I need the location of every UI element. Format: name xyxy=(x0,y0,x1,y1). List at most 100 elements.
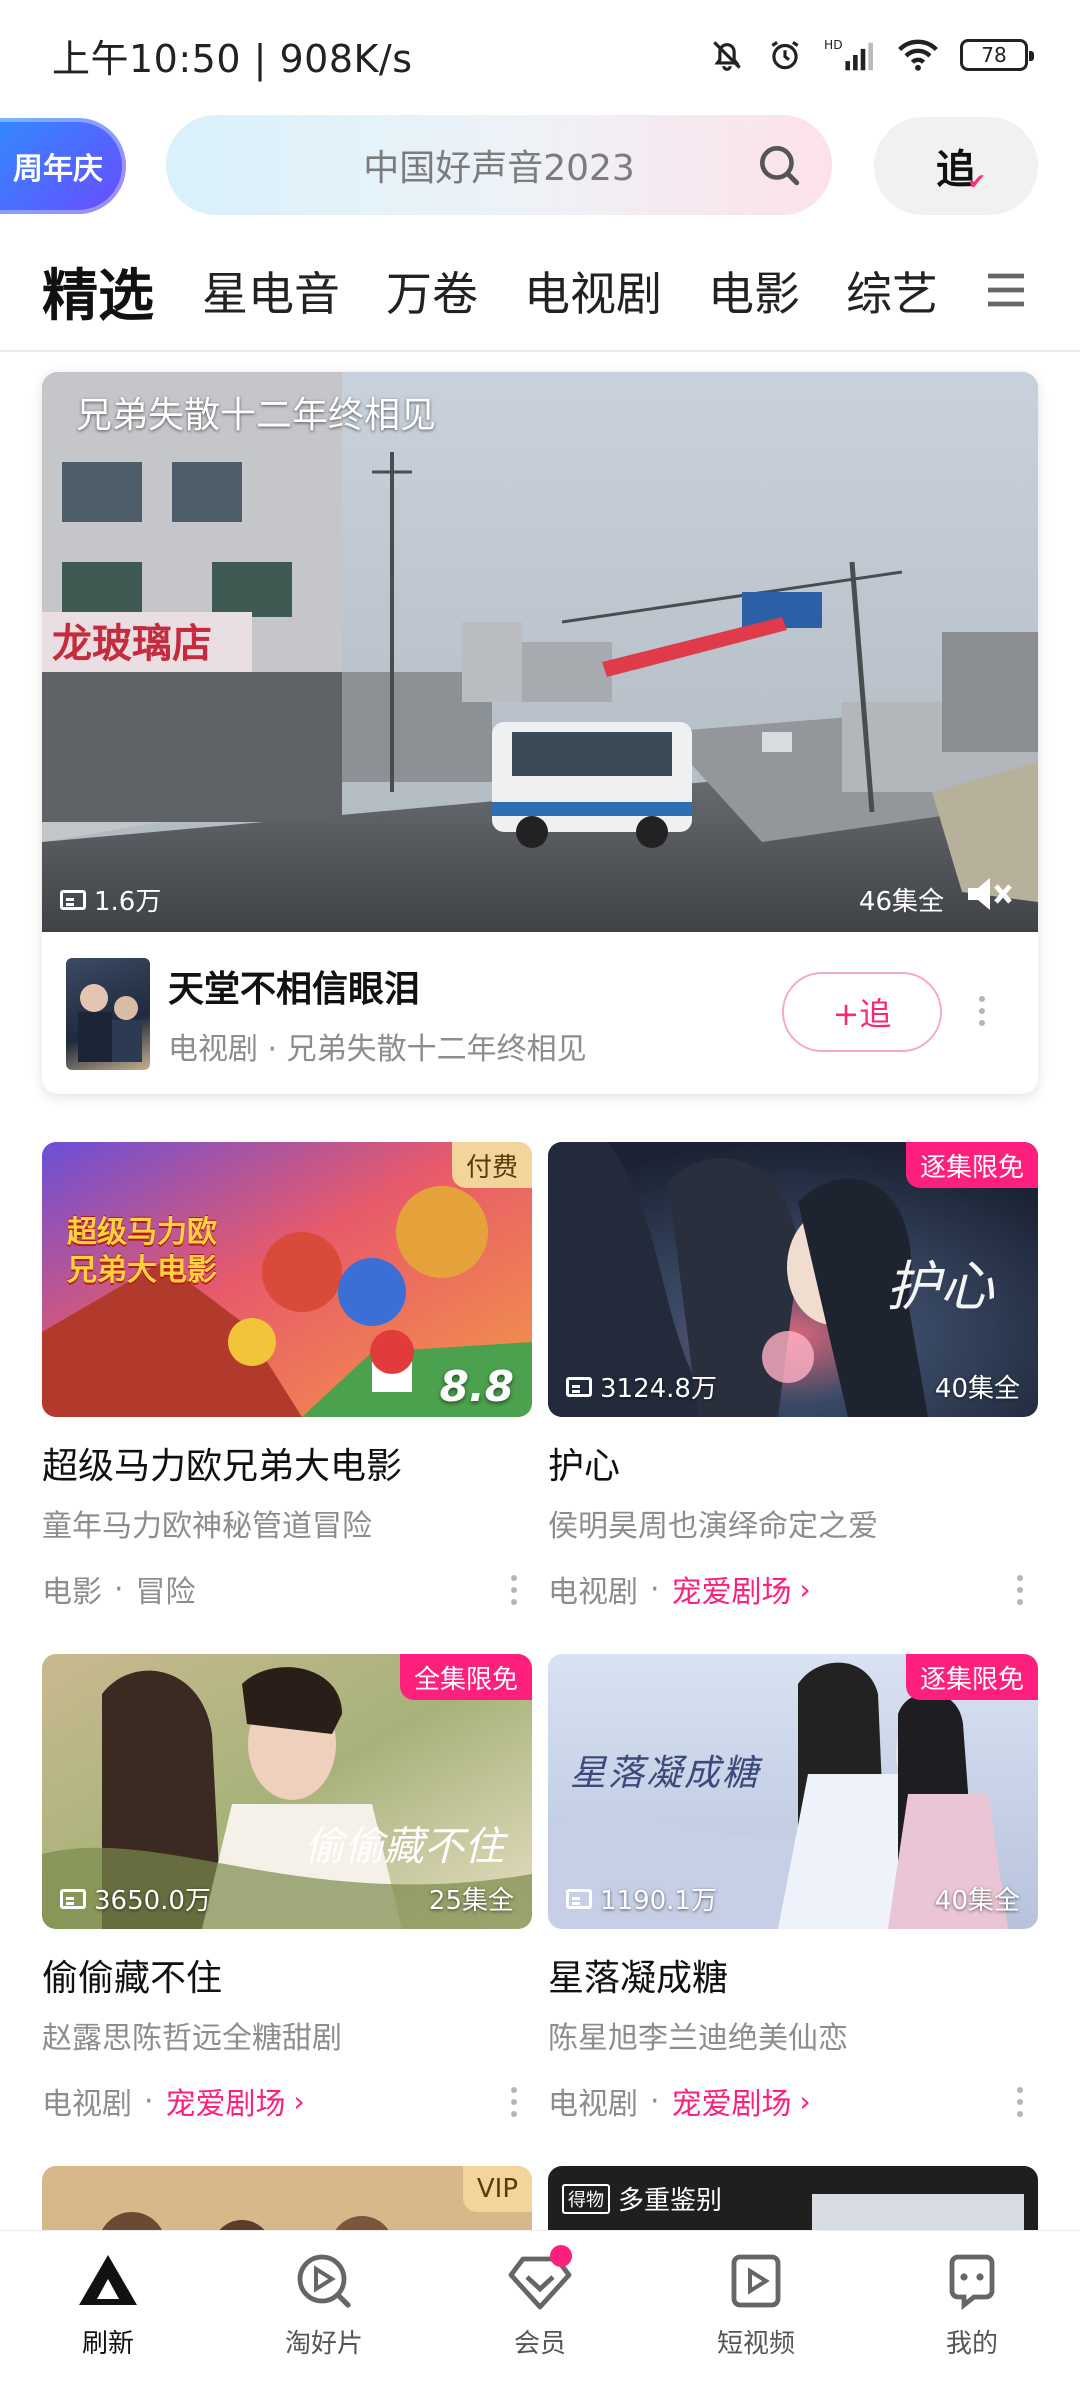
top-header: 周年庆 中国好声音2023 追 ✔ xyxy=(0,115,1080,217)
video-card[interactable]: 护心 逐集限免 3124.8万 40集全 护心 侯明昊周也演绎命定之爱 电视剧 … xyxy=(548,1142,1038,1611)
card-description: 童年马力欧神秘管道冒险 xyxy=(42,1509,372,1544)
nav-refresh[interactable]: 刷新 xyxy=(0,2231,216,2400)
card-view-count: 3124.8万 xyxy=(566,1368,717,1405)
featured-view-count: 1.6万 xyxy=(60,881,161,918)
svg-text:HD: HD xyxy=(824,38,843,52)
nav-discover[interactable]: 淘好片 xyxy=(216,2231,432,2400)
separator-dot: · xyxy=(650,2083,660,2119)
follow-list-button[interactable]: 追 ✔ xyxy=(874,117,1038,215)
more-options-icon[interactable] xyxy=(1016,1575,1024,1605)
follow-icon: 追 ✔ xyxy=(936,137,986,195)
status-time: 上午10:50 | 908K/s xyxy=(52,36,413,81)
separator-dot: · xyxy=(144,2083,154,2119)
card-description: 侯明昊周也演绎命定之爱 xyxy=(548,1509,878,1544)
menu-icon[interactable] xyxy=(982,266,1030,314)
video-card[interactable]: 星落凝成糖 逐集限免 1190.1万 40集全 星落凝成糖 陈星旭李兰迪绝美仙恋… xyxy=(548,1654,1038,2123)
featured-video[interactable]: 龙玻璃店 兄弟失散十二年终相见 1.6万 46集全 xyxy=(42,372,1038,932)
card-meta: 电视剧 · 宠爱剧场 › xyxy=(548,1567,1038,1611)
video-card[interactable]: 偷偷藏不住 全集限免 3650.0万 25集全 偷偷藏不住 赵露思陈哲远全糖甜剧… xyxy=(42,1654,532,2123)
card-title[interactable]: 偷偷藏不住 xyxy=(42,1949,532,2001)
more-options-icon[interactable] xyxy=(510,2087,518,2117)
short-video-icon xyxy=(731,2254,781,2308)
featured-title[interactable]: 天堂不相信眼泪 xyxy=(168,960,420,1012)
poster-title-text: 护心 xyxy=(886,1255,994,1318)
theater-link[interactable]: 宠爱剧场 xyxy=(166,2079,286,2123)
tab-movie[interactable]: 电影 xyxy=(708,258,800,324)
card-category: 电影 xyxy=(42,1575,102,1610)
card-thumbnail[interactable]: 护心 逐集限免 3124.8万 40集全 xyxy=(548,1142,1038,1417)
theater-link[interactable]: 宠爱剧场 xyxy=(672,1567,792,1611)
chevron-right-icon: › xyxy=(799,1572,811,1606)
hd-signal-icon: HD xyxy=(824,38,873,71)
tab-star-music[interactable]: 星电音 xyxy=(202,258,340,324)
nav-label: 会员 xyxy=(513,2329,566,2359)
featured-subtitle: 电视剧 · 兄弟失散十二年终相见 xyxy=(168,1032,587,1067)
nav-profile[interactable]: 我的 xyxy=(864,2231,1080,2400)
alarm-icon xyxy=(771,41,799,70)
card-tag: VIP xyxy=(462,2166,532,2212)
more-options-icon[interactable] xyxy=(510,1575,518,1605)
theater-link[interactable]: 宠爱剧场 xyxy=(672,2079,792,2123)
svg-text:龙玻璃店: 龙玻璃店 xyxy=(52,621,212,667)
card-title[interactable]: 护心 xyxy=(548,1437,1038,1489)
featured-episodes: 46集全 xyxy=(858,887,944,917)
nav-label: 我的 xyxy=(945,2329,998,2359)
card-meta: 电影 · 冒险 xyxy=(42,1569,532,1610)
views-icon xyxy=(60,1888,86,1909)
wifi-icon xyxy=(898,39,938,71)
featured-views-text: 1.6万 xyxy=(94,887,162,917)
card-thumbnail[interactable]: 偷偷藏不住 全集限免 3650.0万 25集全 xyxy=(42,1654,532,1929)
check-icon: ✔ xyxy=(967,170,986,195)
battery-level: 78 xyxy=(981,43,1007,67)
card-meta: 电视剧 · 宠爱剧场 › xyxy=(42,2079,532,2123)
card-thumbnail[interactable]: 星落凝成糖 逐集限免 1190.1万 40集全 xyxy=(548,1654,1038,1929)
tab-wanjuan[interactable]: 万卷 xyxy=(386,258,478,324)
anniversary-label: 周年庆 xyxy=(13,152,103,187)
poster-title-text: 偷偷藏不住 xyxy=(304,1824,504,1870)
tab-featured[interactable]: 精选 xyxy=(42,251,154,332)
bell-off-icon xyxy=(713,41,741,71)
nav-label: 淘好片 xyxy=(284,2329,363,2359)
rating-score: 8.8 xyxy=(439,1362,514,1411)
search-box[interactable]: 中国好声音2023 xyxy=(166,115,832,215)
views-icon xyxy=(60,889,86,910)
tab-variety[interactable]: 综艺 xyxy=(846,258,938,324)
follow-plus-button[interactable]: +追 xyxy=(782,972,942,1052)
card-category: 电视剧 xyxy=(42,2087,132,2122)
poster-title-text: 超级马力欧兄弟大电影 xyxy=(67,1215,217,1288)
refresh-logo-icon xyxy=(79,2255,137,2305)
card-tag: 逐集限免 xyxy=(905,1654,1038,1700)
nav-short-video[interactable]: 短视频 xyxy=(648,2231,864,2400)
card-tag: 全集限免 xyxy=(399,1654,532,1700)
discover-play-icon xyxy=(297,2254,351,2308)
anniversary-badge[interactable]: 周年庆 xyxy=(0,118,126,214)
status-icons: HD 78 xyxy=(708,36,1034,74)
card-thumbnail[interactable]: 超级马力欧兄弟大电影 付费 8.8 xyxy=(42,1142,532,1417)
mute-icon[interactable] xyxy=(962,870,1014,918)
ad-header: 得物 多重鉴别 xyxy=(562,2180,722,2217)
card-view-count: 1190.1万 xyxy=(566,1880,717,1917)
card-episodes: 40集全 xyxy=(934,1374,1020,1404)
card-tag: 逐集限免 xyxy=(905,1142,1038,1188)
more-options-icon[interactable] xyxy=(1016,2087,1024,2117)
card-title[interactable]: 星落凝成糖 xyxy=(548,1949,1038,2001)
category-tabs: 精选 星电音 万卷 电视剧 电影 综艺 xyxy=(0,236,1080,346)
featured-card[interactable]: 龙玻璃店 兄弟失散十二年终相见 1.6万 46集全 天堂不相信眼泪 电视剧 · … xyxy=(42,372,1038,1094)
card-category: 电视剧 xyxy=(548,2087,638,2122)
featured-poster[interactable] xyxy=(66,958,150,1070)
nav-vip[interactable]: 会员 xyxy=(432,2231,648,2400)
status-bar: 上午10:50 | 908K/s HD 78 xyxy=(0,0,1080,110)
featured-caption: 兄弟失散十二年终相见 xyxy=(76,395,437,436)
poster-title-text: 星落凝成糖 xyxy=(570,1753,761,1794)
chevron-right-icon: › xyxy=(293,2084,305,2118)
search-icon[interactable] xyxy=(754,140,804,190)
card-title[interactable]: 超级马力欧兄弟大电影 xyxy=(42,1437,532,1489)
bottom-nav: 刷新 淘好片 会员 短视频 我的 xyxy=(0,2230,1080,2400)
more-options-icon[interactable] xyxy=(978,996,986,1026)
notification-dot xyxy=(550,2245,572,2267)
brand-badge: 得物 xyxy=(562,2183,610,2214)
card-episodes: 40集全 xyxy=(934,1886,1020,1916)
video-card[interactable]: 超级马力欧兄弟大电影 付费 8.8 超级马力欧兄弟大电影 童年马力欧神秘管道冒险… xyxy=(42,1142,532,1610)
tab-tv-series[interactable]: 电视剧 xyxy=(524,258,662,324)
views-icon xyxy=(566,1376,592,1397)
